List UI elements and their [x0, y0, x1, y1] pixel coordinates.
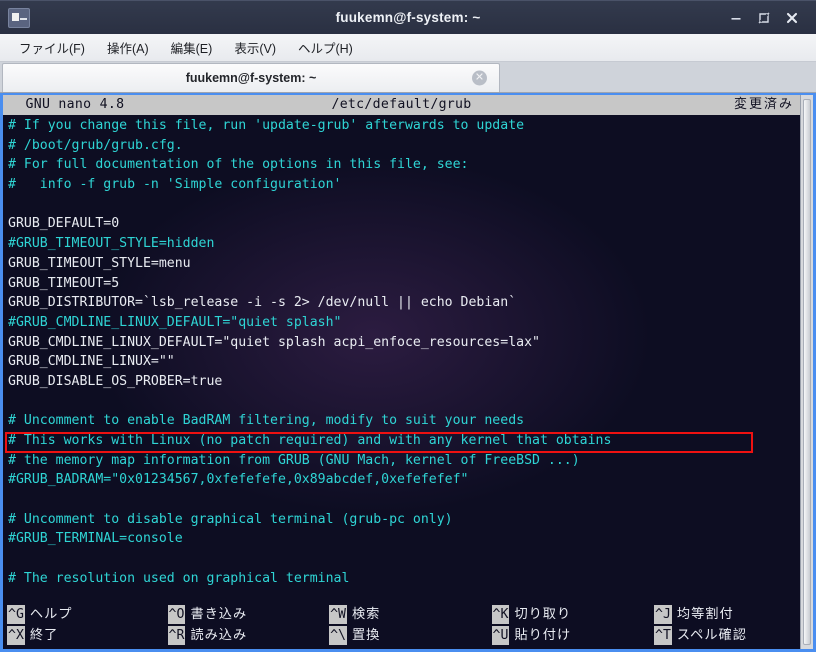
editor-line: GRUB_TIMEOUT_STYLE=menu [8, 255, 191, 271]
editor-line: # The resolution used on graphical termi… [8, 570, 350, 586]
shortcut-key: ^G [7, 605, 25, 624]
editor-line: GRUB_DEFAULT=0 [8, 216, 120, 232]
menu-file[interactable]: ファイル(F) [10, 35, 94, 60]
tab-terminal[interactable]: fuukemn@f-system: ~ ✕ [2, 63, 500, 92]
terminal-frame: GNU nano 4.8 /etc/default/grub 変更済み # If… [0, 93, 816, 652]
editor-line: # For full documentation of the options … [8, 157, 469, 173]
shortcut-label: 貼り付け [514, 627, 572, 643]
nano-shortcut-bar: ^G ヘルプ ^X 終了 ^O 書き込み ^R 読み込み ^W 検索 ^\ 置換 ^K 切り取り ^U 貼り付… [3, 603, 800, 649]
nano-modified-status: 変更済み [733, 97, 794, 113]
shortcut-cut[interactable]: ^K 切り取り [491, 604, 654, 625]
nano-editor-text[interactable]: # If you change this file, run 'update-g… [3, 115, 800, 603]
shortcut-column: ^K 切り取り ^U 貼り付け [491, 604, 654, 646]
terminal-screen[interactable]: GNU nano 4.8 /etc/default/grub 変更済み # If… [3, 95, 800, 649]
editor-line: # the memory map information from GRUB (… [8, 452, 580, 468]
tab-bar: fuukemn@f-system: ~ ✕ [0, 62, 816, 93]
shortcut-justify[interactable]: ^J 均等割付 [654, 604, 800, 625]
shortcut-label: ヘルプ [29, 606, 73, 622]
editor-line: #GRUB_BADRAM="0x01234567,0xfefefefe,0x89… [8, 472, 469, 488]
scrollbar-thumb[interactable] [803, 99, 811, 645]
shortcut-key: ^\ [329, 626, 347, 645]
editor-line: # /boot/grub/grub.cfg. [8, 137, 183, 153]
menu-view[interactable]: 表示(V) [225, 35, 285, 60]
editor-line: # If you change this file, run 'update-g… [8, 118, 525, 133]
close-icon[interactable]: ✕ [472, 70, 487, 86]
menu-edit[interactable]: 編集(E) [162, 35, 222, 60]
maximize-button[interactable] [756, 10, 772, 26]
editor-line: # info -f grub -n 'Simple configuration' [8, 177, 342, 193]
menu-actions[interactable]: 操作(A) [98, 35, 158, 60]
shortcut-label: 読み込み [190, 627, 248, 643]
terminal-window: fuukemn@f-system: ~ ファイル(F) 操作(A) 編集(E) … [0, 0, 816, 652]
shortcut-spell[interactable]: ^T スペル確認 [654, 625, 800, 646]
shortcut-key: ^R [167, 626, 186, 645]
shortcut-key: ^X [7, 626, 25, 645]
menu-bar: ファイル(F) 操作(A) 編集(E) 表示(V) ヘルプ(H) [0, 34, 816, 62]
menu-help[interactable]: ヘルプ(H) [289, 35, 362, 60]
shortcut-label: 切り取り [514, 606, 572, 622]
shortcut-label: スペル確認 [676, 627, 747, 643]
shortcut-column: ^O 書き込み ^R 読み込み [167, 604, 330, 646]
shortcut-key: ^U [491, 626, 510, 645]
shortcut-label: 書き込み [190, 606, 248, 622]
editor-line: GRUB_DISABLE_OS_PROBER=true [8, 373, 223, 389]
editor-line: # This works with Linux (no patch requir… [8, 433, 612, 448]
shortcut-write-out[interactable]: ^O 書き込み [167, 604, 330, 625]
nano-titlebar: GNU nano 4.8 /etc/default/grub 変更済み [3, 95, 800, 115]
shortcut-key: ^O [167, 605, 186, 624]
editor-line: # Uncomment to disable graphical termina… [8, 511, 453, 527]
minimize-button[interactable] [728, 10, 744, 26]
editor-line: GRUB_CMDLINE_LINUX_DEFAULT="quiet splash… [8, 334, 540, 350]
window-title: fuukemn@f-system: ~ [335, 10, 481, 25]
shortcut-read-file[interactable]: ^R 読み込み [167, 625, 330, 646]
shortcut-exit[interactable]: ^X 終了 [7, 625, 168, 646]
editor-line: #GRUB_CMDLINE_LINUX_DEFAULT="quiet splas… [8, 314, 342, 330]
tab-label: fuukemn@f-system: ~ [185, 71, 317, 85]
shortcut-key: ^K [491, 605, 510, 624]
shortcut-paste[interactable]: ^U 貼り付け [491, 625, 654, 646]
editor-line: GRUB_TIMEOUT=5 [8, 275, 120, 291]
terminal-scrollbar[interactable] [800, 95, 813, 649]
shortcut-help[interactable]: ^G ヘルプ [7, 604, 168, 625]
editor-line: # Uncomment to enable BadRAM filtering, … [8, 413, 525, 429]
editor-line: GRUB_DISTRIBUTOR=`lsb_release -i -s 2> /… [8, 295, 517, 311]
shortcut-where-is[interactable]: ^W 検索 [329, 604, 491, 625]
editor-line: #GRUB_TIMEOUT_STYLE=hidden [8, 236, 215, 252]
shortcut-label: 置換 [351, 627, 381, 643]
shortcut-label: 検索 [351, 606, 381, 622]
window-controls [728, 10, 810, 26]
shortcut-label: 終了 [29, 627, 59, 643]
shortcut-replace[interactable]: ^\ 置換 [329, 625, 491, 646]
nano-version: GNU nano 4.8 [9, 97, 125, 113]
shortcut-column: ^J 均等割付 ^T スペル確認 [654, 604, 800, 646]
window-titlebar: fuukemn@f-system: ~ [0, 0, 816, 34]
terminal-icon [8, 7, 30, 28]
close-button[interactable] [784, 10, 800, 26]
editor-line: #GRUB_TERMINAL=console [8, 531, 183, 547]
shortcut-key: ^T [654, 626, 672, 645]
shortcut-key: ^W [329, 605, 347, 624]
shortcut-label: 均等割付 [676, 606, 734, 622]
shortcut-column: ^G ヘルプ ^X 終了 [7, 604, 168, 646]
shortcut-column: ^W 検索 ^\ 置換 [329, 604, 491, 646]
editor-line: GRUB_CMDLINE_LINUX="" [8, 354, 175, 370]
shortcut-key: ^J [654, 605, 672, 624]
